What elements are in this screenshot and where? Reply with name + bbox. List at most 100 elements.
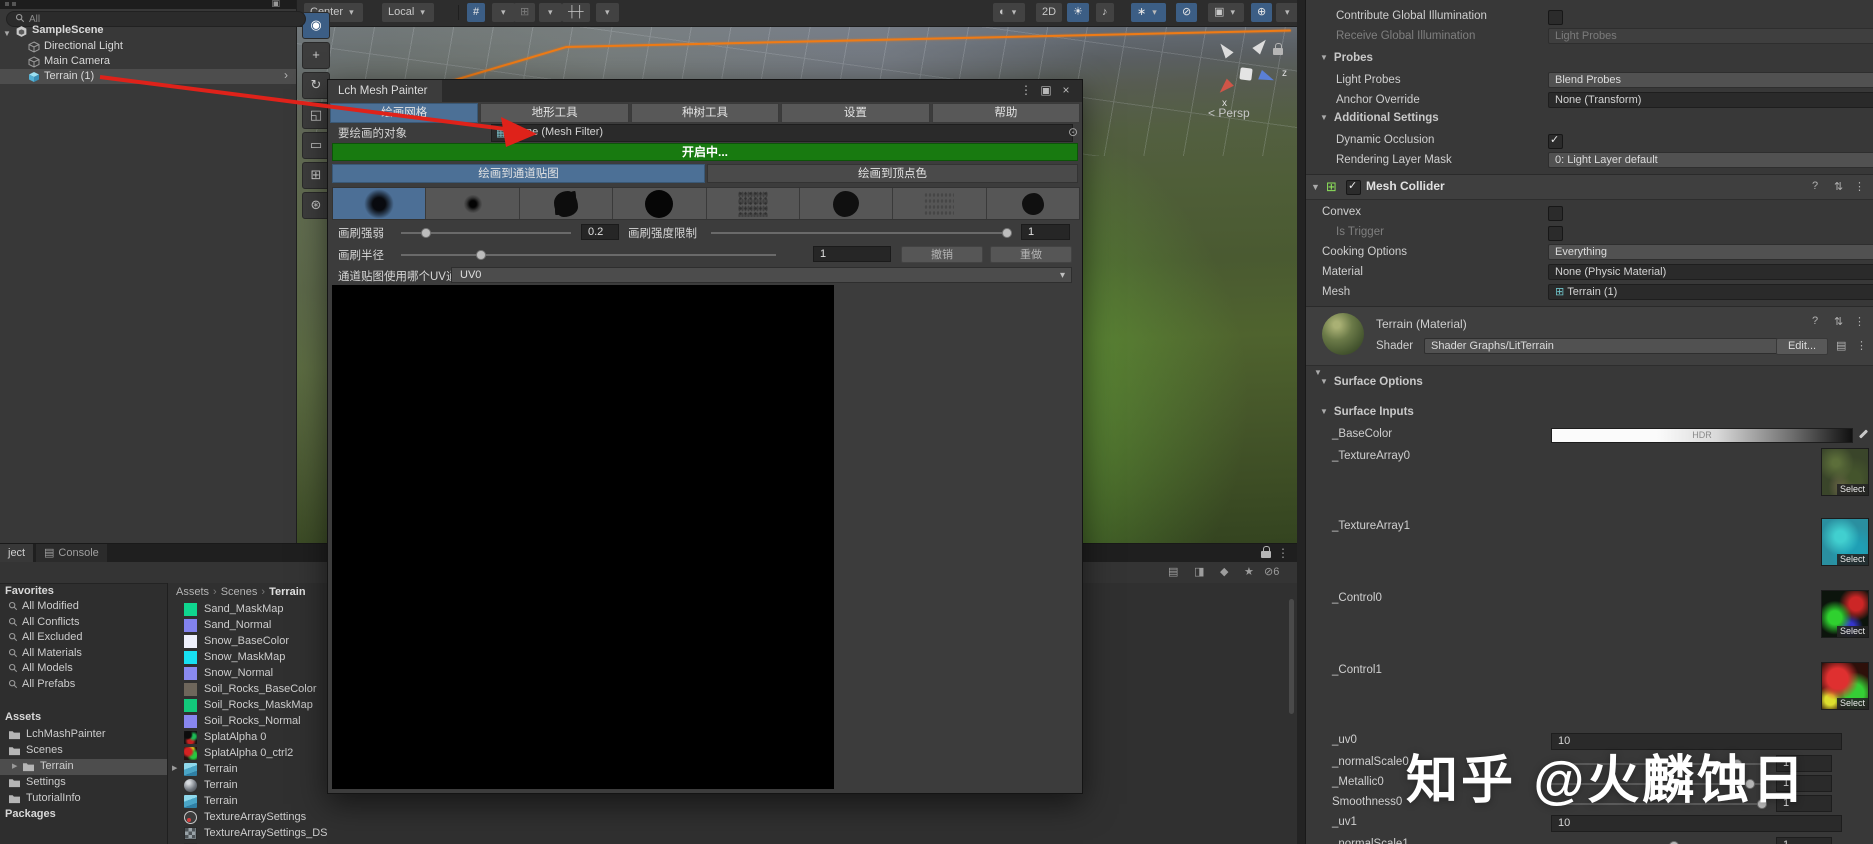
favorite-item[interactable]: All Prefabs: [4, 677, 164, 693]
texturearray1-thumbnail[interactable]: Select: [1821, 518, 1869, 566]
painter-tab[interactable]: 种树工具: [630, 103, 780, 123]
favorite-item[interactable]: All Models: [4, 661, 164, 677]
help-icon[interactable]: ?: [1812, 315, 1818, 327]
hidden-objects-button[interactable]: ⊘: [1176, 3, 1198, 22]
surface-inputs-foldout[interactable]: Surface Inputs: [1320, 406, 1414, 418]
hierarchy-row-directional-light[interactable]: Directional Light: [0, 39, 296, 54]
mesh-collider-header[interactable]: ▼ ⊞ Mesh Collider ? ⇅ ⋮: [1306, 174, 1873, 200]
brush-button[interactable]: [893, 188, 987, 219]
mesh-field[interactable]: ⊞ Terrain (1): [1548, 284, 1873, 300]
rendering-layer-mask-dropdown[interactable]: 0: Light Layer default: [1548, 152, 1873, 168]
snap-toggle-button[interactable]: ⊞: [514, 3, 536, 22]
snap-increment-dropdown[interactable]: ▾: [596, 3, 619, 22]
foldout-arrow-icon[interactable]: ▼: [1311, 182, 1320, 192]
favorite-item[interactable]: All Materials: [4, 646, 164, 662]
hierarchy-row-scene[interactable]: ▼ SampleScene: [0, 23, 296, 38]
normalscale0-value[interactable]: 1: [1776, 755, 1832, 772]
grid-options-dropdown[interactable]: ▾: [492, 3, 515, 22]
texturearray0-thumbnail[interactable]: Select: [1821, 448, 1869, 496]
kebab-menu-icon[interactable]: ⋮: [1854, 315, 1865, 328]
gizmo-center-cube[interactable]: [1239, 67, 1253, 81]
breadcrumb[interactable]: Assets › Scenes › Terrain: [176, 586, 306, 598]
orientation-toggle-button[interactable]: Local ▾: [382, 3, 434, 22]
normalscale1-value[interactable]: 1: [1776, 837, 1832, 844]
light-probes-dropdown[interactable]: Blend Probes: [1548, 72, 1873, 88]
uv0-field[interactable]: 10: [1551, 733, 1842, 750]
search-by-label-icon[interactable]: ◨: [1194, 565, 1204, 578]
2d-view-button[interactable]: 2D: [1036, 3, 1063, 22]
convex-checkbox[interactable]: [1548, 206, 1563, 221]
chevron-right-icon[interactable]: ›: [284, 68, 288, 83]
draw-mode-button[interactable]: ◐ ▾: [993, 3, 1026, 22]
gizmos-button[interactable]: ⊕: [1251, 3, 1273, 22]
strength-limit-value[interactable]: 1: [1021, 224, 1070, 240]
painter-tab[interactable]: 设置: [781, 103, 930, 123]
control1-thumbnail[interactable]: Select: [1821, 662, 1869, 710]
favorite-item[interactable]: All Modified: [4, 599, 164, 615]
channel-map-canvas[interactable]: [332, 285, 834, 789]
hierarchy-row-main-camera[interactable]: Main Camera: [0, 54, 296, 69]
search-by-type-icon[interactable]: ▤: [1168, 565, 1178, 578]
window-menu-icon[interactable]: ▣: [271, 0, 280, 9]
snap-options-dropdown[interactable]: ▾: [539, 3, 562, 22]
folder-row[interactable]: TutorialInfo: [0, 791, 167, 807]
help-icon[interactable]: ?: [1812, 180, 1818, 192]
surface-options-foldout[interactable]: Surface Options: [1320, 376, 1423, 388]
maximize-icon[interactable]: ▣: [1038, 80, 1054, 102]
shader-dropdown[interactable]: Shader Graphs/LitTerrain: [1424, 338, 1786, 354]
snap-increment-button[interactable]: ┼┼: [562, 3, 590, 22]
redo-button[interactable]: 重做: [990, 246, 1072, 263]
anchor-override-field[interactable]: None (Transform): [1548, 92, 1873, 108]
brush-button[interactable]: [426, 188, 520, 219]
presets-icon[interactable]: ⇅: [1834, 315, 1843, 328]
folder-row[interactable]: LchMashPainter: [0, 727, 167, 743]
grid-visibility-button[interactable]: #: [467, 3, 486, 22]
cooking-options-dropdown[interactable]: Everything: [1548, 244, 1873, 260]
favorite-item[interactable]: All Excluded: [4, 630, 164, 646]
folder-row-selected[interactable]: ▶ Terrain: [0, 759, 167, 775]
metallic0-value[interactable]: 1: [1776, 775, 1832, 792]
scene-lighting-button[interactable]: ☀: [1067, 3, 1089, 22]
rotate-tool-button[interactable]: ↻: [302, 72, 330, 99]
select-button[interactable]: Select: [1836, 484, 1868, 495]
effects-button[interactable]: ∗ ▾: [1131, 3, 1166, 22]
eyedropper-icon[interactable]: [1858, 429, 1868, 439]
gizmo-x-axis[interactable]: [1216, 78, 1234, 97]
search-by-bundle-icon[interactable]: ◆: [1220, 565, 1228, 578]
shader-list-icon[interactable]: ▤: [1836, 339, 1846, 352]
close-icon[interactable]: ×: [1058, 80, 1074, 102]
select-button[interactable]: Select: [1836, 698, 1868, 709]
hierarchy-row-terrain[interactable]: Terrain (1) ›: [0, 68, 296, 84]
save-search-star-icon[interactable]: ★: [1244, 565, 1254, 578]
painting-status-bar[interactable]: 开启中...: [332, 143, 1078, 161]
component-enabled-checkbox[interactable]: [1346, 179, 1361, 195]
object-picker-icon[interactable]: ⊙: [1068, 125, 1078, 139]
additional-settings-foldout[interactable]: Additional Settings: [1320, 112, 1439, 124]
kebab-menu-icon[interactable]: ⋮: [1277, 546, 1289, 560]
project-file-row[interactable]: ▶ TextureArraySettings: [168, 809, 568, 825]
undo-button[interactable]: 撤销: [901, 246, 983, 263]
metallic0-slider[interactable]: [1551, 779, 1766, 789]
brush-button[interactable]: [333, 188, 427, 219]
hidden-packages-count[interactable]: ⊘6: [1264, 565, 1279, 578]
painter-tab[interactable]: 帮助: [931, 103, 1081, 123]
brush-button[interactable]: [986, 188, 1079, 219]
scene-audio-button[interactable]: ♪: [1096, 3, 1114, 22]
brush-button[interactable]: [613, 188, 707, 219]
assets-header[interactable]: Assets: [5, 711, 41, 723]
tab-console[interactable]: ▤ Console: [36, 544, 107, 562]
gizmo-z-axis[interactable]: [1258, 70, 1276, 85]
select-button[interactable]: Select: [1836, 626, 1868, 637]
gizmos-dropdown[interactable]: ▾: [1276, 3, 1297, 22]
brush-button[interactable]: [519, 188, 614, 219]
control0-thumbnail[interactable]: Select: [1821, 590, 1869, 638]
painter-title-tab[interactable]: Lch Mesh Painter: [328, 80, 442, 102]
hdr-color-field[interactable]: HDR: [1551, 428, 1853, 443]
camera-overlay-button[interactable]: ▣ ▾: [1208, 3, 1244, 22]
smoothness0-slider[interactable]: [1551, 799, 1768, 809]
physic-material-field[interactable]: None (Physic Material): [1548, 264, 1873, 280]
folder-row[interactable]: Scenes: [0, 743, 167, 759]
paint-to-channel-tab[interactable]: 绘画到通道贴图: [332, 164, 705, 183]
paint-to-vertex-tab[interactable]: 绘画到顶点色: [707, 164, 1078, 183]
brush-radius-value[interactable]: 1: [813, 246, 891, 262]
